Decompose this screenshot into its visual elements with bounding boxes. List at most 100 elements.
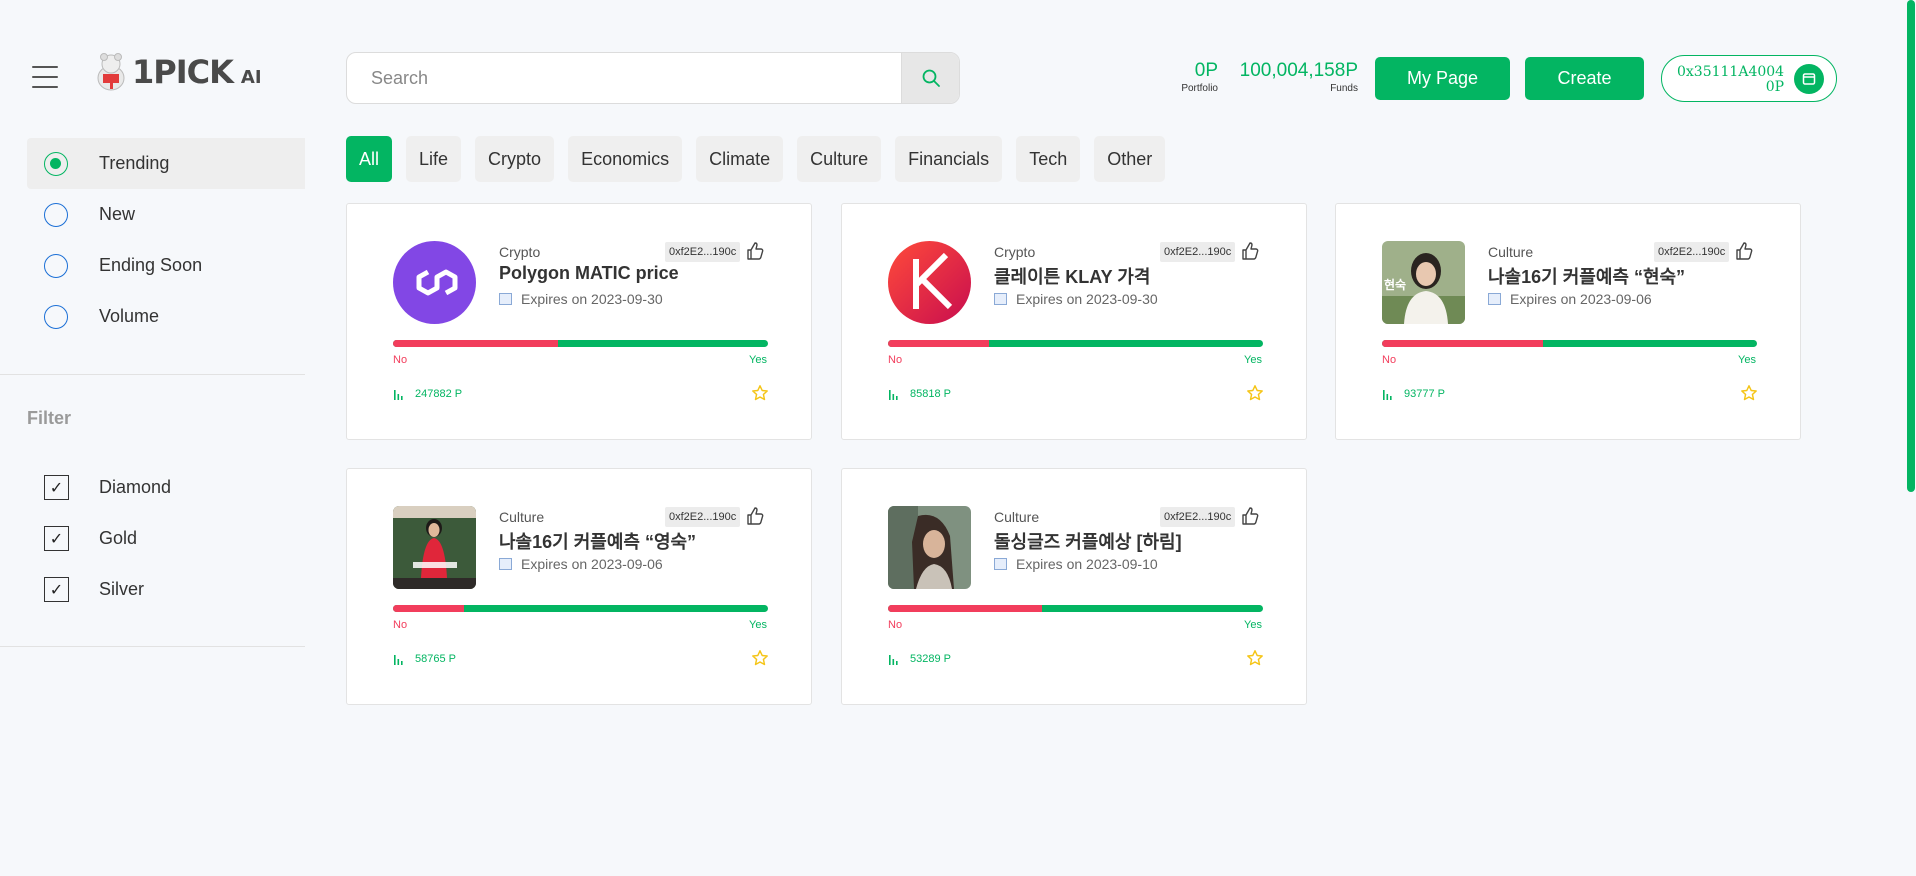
market-card[interactable]: Crypto 클레이튼 KLAY 가격 Expires on 2023-09-3… — [841, 203, 1307, 440]
thumbs-up-icon[interactable] — [745, 241, 765, 261]
filter-label: Gold — [99, 528, 138, 548]
wallet-balance: 0P — [1765, 79, 1785, 95]
sort-item-new[interactable]: New — [27, 189, 305, 240]
star-icon[interactable] — [751, 649, 769, 667]
thumbs-up-icon[interactable] — [1734, 241, 1754, 261]
star-icon[interactable] — [751, 384, 769, 402]
no-fill — [393, 605, 465, 612]
yes-label: Yes — [1244, 619, 1262, 631]
expiry-text: Expires on 2023-09-06 — [521, 556, 663, 572]
tab-crypto[interactable]: Crypto — [475, 136, 555, 182]
tab-economics[interactable]: Economics — [568, 136, 683, 182]
checkbox[interactable]: ✓ — [44, 577, 69, 602]
no-fill — [393, 340, 558, 347]
filter-label: Silver — [99, 579, 145, 599]
yes-label: Yes — [1244, 354, 1262, 366]
no-label: No — [888, 619, 903, 631]
expiry-text: Expires on 2023-09-30 — [1016, 291, 1158, 307]
search-input[interactable] — [347, 53, 901, 103]
checkbox[interactable]: ✓ — [44, 526, 69, 551]
portfolio-value: 0P — [1194, 60, 1218, 81]
wallet-button[interactable]: 0x35111A4004 0P — [1661, 55, 1837, 102]
radio-icon — [44, 304, 68, 329]
radio-icon — [44, 253, 68, 278]
volume-text: 53289 P — [910, 653, 951, 665]
svg-text:현숙: 현숙 — [1384, 277, 1406, 292]
probability-bar — [1382, 340, 1757, 347]
create-button[interactable]: Create — [1525, 57, 1644, 100]
sort-label: Volume — [99, 306, 160, 326]
funds-value: 100,004,158P — [1239, 60, 1358, 81]
menu-icon[interactable] — [32, 66, 58, 88]
volume-text: 247882 P — [415, 388, 463, 400]
search-button[interactable] — [901, 53, 959, 103]
thumbs-up-icon[interactable] — [1240, 241, 1260, 261]
no-label: No — [1382, 354, 1397, 366]
tab-other[interactable]: Other — [1094, 136, 1166, 182]
filter-silver[interactable]: ✓ Silver — [44, 564, 171, 615]
sort-item-volume[interactable]: Volume — [27, 291, 305, 342]
market-card[interactable]: Culture 나솔16기 커플예측 “영숙” Expires on 2023-… — [346, 468, 812, 705]
creator-address: 0xf2E2...190c — [665, 242, 741, 262]
star-icon[interactable] — [1740, 384, 1758, 402]
card-title: 돌싱글즈 커플예상 [하림] — [994, 532, 1182, 552]
wallet-address: 0x35111A4004 — [1677, 64, 1785, 80]
card-title: 나솔16기 커플예측 “영숙” — [499, 532, 697, 552]
card-expiry: Expires on 2023-09-30 — [994, 291, 1158, 307]
calendar-icon — [499, 293, 512, 305]
no-fill — [888, 340, 990, 347]
sort-item-trending[interactable]: Trending — [27, 138, 305, 189]
wallet-info: 0x35111A4004 0P — [1677, 65, 1784, 95]
market-card[interactable]: 현숙 Culture 나솔16기 커플예측 “현숙” Expires on 20… — [1335, 203, 1801, 440]
brand-suffix: AI — [240, 66, 262, 88]
filter-diamond[interactable]: ✓ Diamond — [44, 462, 171, 513]
sort-label: Ending Soon — [99, 255, 203, 275]
search-bar — [346, 52, 960, 104]
thumbs-up-icon[interactable] — [1240, 506, 1260, 526]
tab-financials[interactable]: Financials — [895, 136, 1003, 182]
market-card[interactable]: Crypto Polygon MATIC price Expires on 20… — [346, 203, 812, 440]
probability-bar — [393, 605, 768, 612]
probability-bar — [888, 605, 1263, 612]
checkbox[interactable]: ✓ — [44, 475, 69, 500]
calendar-icon — [994, 558, 1007, 570]
search-icon — [922, 69, 940, 87]
card-title: 나솔16기 커플예측 “현숙” — [1488, 267, 1686, 287]
volume-icon — [394, 390, 403, 400]
tab-tech[interactable]: Tech — [1016, 136, 1081, 182]
radio-icon — [44, 151, 68, 176]
yes-label: Yes — [749, 354, 767, 366]
creator-address: 0xf2E2...190c — [665, 507, 741, 527]
card-category: Crypto — [499, 244, 541, 260]
no-fill — [888, 605, 1042, 612]
tab-climate[interactable]: Climate — [696, 136, 784, 182]
card-category: Culture — [499, 509, 545, 525]
thumbs-up-icon[interactable] — [745, 506, 765, 526]
star-icon[interactable] — [1246, 649, 1264, 667]
category-tabs: All Life Crypto Economics Climate Cultur… — [346, 136, 1179, 182]
filter-title: Filter — [27, 408, 72, 428]
filter-gold[interactable]: ✓ Gold — [44, 513, 171, 564]
card-category: Crypto — [994, 244, 1036, 260]
creator-address: 0xf2E2...190c — [1654, 242, 1730, 262]
tab-all[interactable]: All — [346, 136, 393, 182]
sort-item-ending-soon[interactable]: Ending Soon — [27, 240, 305, 291]
card-expiry: Expires on 2023-09-06 — [1488, 291, 1652, 307]
no-fill — [1382, 340, 1544, 347]
radio-icon — [44, 202, 68, 227]
scrollbar[interactable] — [1904, 0, 1916, 876]
tab-life[interactable]: Life — [406, 136, 462, 182]
logo[interactable]: 1PICK AI — [92, 52, 262, 92]
volume-icon — [394, 655, 403, 665]
no-label: No — [393, 619, 408, 631]
volume-icon — [1383, 390, 1392, 400]
tab-culture[interactable]: Culture — [797, 136, 882, 182]
scrollbar-thumb[interactable] — [1907, 0, 1915, 492]
my-page-button[interactable]: My Page — [1375, 57, 1510, 100]
star-icon[interactable] — [1246, 384, 1264, 402]
volume-text: 58765 P — [415, 653, 456, 665]
volume-text: 93777 P — [1404, 388, 1445, 400]
photo-woman-red-image — [393, 506, 476, 589]
filter-label: Diamond — [99, 477, 172, 497]
market-card[interactable]: Culture 돌싱글즈 커플예상 [하림] Expires on 2023-0… — [841, 468, 1307, 705]
